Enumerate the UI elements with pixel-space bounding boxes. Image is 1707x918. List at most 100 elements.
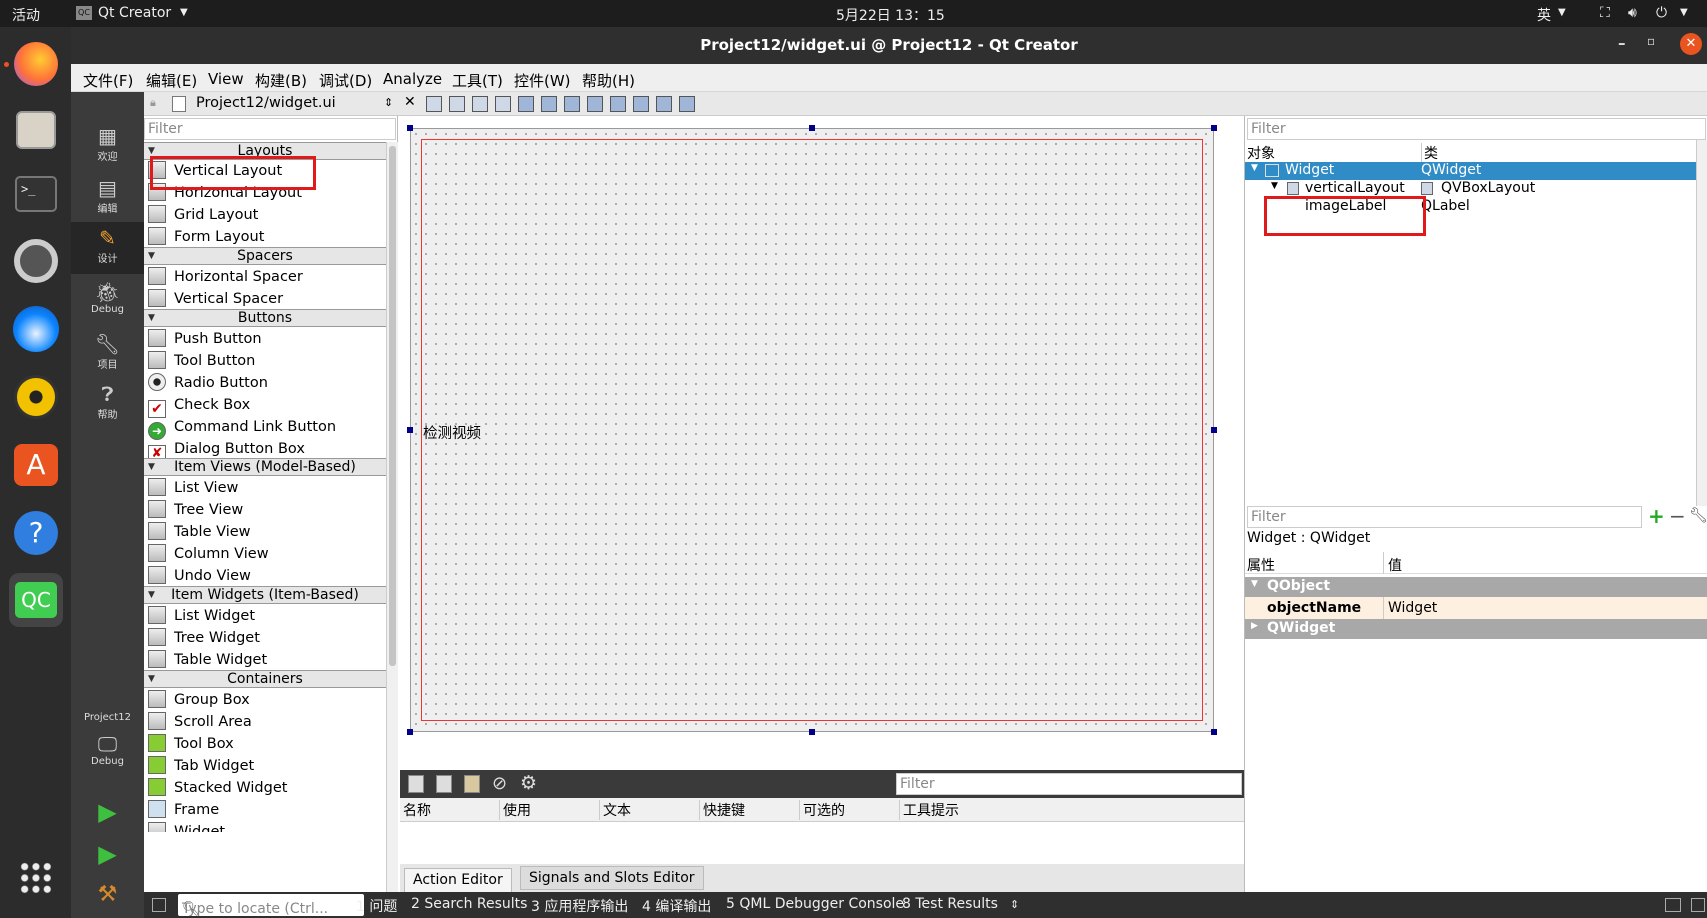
qt-creator-dock-icon[interactable]: QC <box>9 573 63 627</box>
column-header[interactable]: 工具提示 <box>903 800 959 820</box>
menu-controls[interactable]: 控件(W) <box>514 70 571 91</box>
pane-issues[interactable]: 1 问题 <box>356 896 397 916</box>
widget-table-view[interactable]: Table View <box>148 521 251 543</box>
widget-table-widget[interactable]: Table Widget <box>148 649 267 671</box>
widget-check-box[interactable]: ✔ Check Box <box>148 394 250 418</box>
app-menu[interactable]: Qt Creator <box>98 5 171 21</box>
widget-tool-button[interactable]: Tool Button <box>148 350 255 372</box>
pane-qml-debugger-console[interactable]: 5 QML Debugger Console <box>726 896 904 912</box>
widget-tree-widget[interactable]: Tree Widget <box>148 627 260 649</box>
widget-tool-box[interactable]: Tool Box <box>148 733 234 755</box>
terminal-icon[interactable]: >_ <box>9 167 63 221</box>
resize-handle[interactable] <box>809 125 815 131</box>
widgetbox-filter[interactable]: Filter <box>144 118 396 140</box>
layout-vertical-icon[interactable] <box>541 96 557 112</box>
mode-welcome[interactable]: ▦ 欢迎 <box>71 124 144 163</box>
debug-run-icon[interactable]: ▶ <box>71 840 144 868</box>
resize-handle[interactable] <box>1211 427 1217 433</box>
copy-icon[interactable] <box>436 775 452 793</box>
collapse-icon[interactable]: ▼ <box>1251 579 1258 589</box>
widget-dialog-button-box[interactable]: ✘ Dialog Button Box <box>148 438 305 463</box>
kit-selector[interactable]: 🖵︎ Debug <box>71 732 144 767</box>
locator-input[interactable]: 🔍︎ Type to locate (Ctrl... <box>178 894 364 917</box>
widget-list-widget[interactable]: List Widget <box>148 605 255 627</box>
object-row-widget[interactable]: ▼ Widget QWidget <box>1245 162 1696 180</box>
chevron-down-icon[interactable]: ▼ <box>1558 7 1566 18</box>
action-filter[interactable]: Filter <box>896 773 1242 795</box>
resize-handle[interactable] <box>407 729 413 735</box>
widget-tab-widget[interactable]: Tab Widget <box>148 755 254 777</box>
property-filter[interactable]: Filter <box>1247 506 1642 528</box>
pane-compile-output[interactable]: 4 编译输出 <box>642 896 711 916</box>
expand-icon[interactable]: ▼ <box>1251 163 1258 173</box>
property-row-objectname[interactable]: objectName Widget <box>1245 597 1707 619</box>
layout-splitter-v-icon[interactable] <box>587 96 603 112</box>
rhythmbox-icon[interactable] <box>9 370 63 424</box>
delete-icon[interactable]: ⊘ <box>492 773 507 794</box>
menu-analyze[interactable]: Analyze <box>383 70 442 88</box>
resize-handle[interactable] <box>407 125 413 131</box>
edit-buddies-icon[interactable] <box>472 96 488 112</box>
help-icon[interactable]: ? <box>9 506 63 560</box>
widget-list-view[interactable]: List View <box>148 477 238 499</box>
edit-signals-slots-icon[interactable] <box>449 96 465 112</box>
layout-splitter-h-icon[interactable] <box>564 96 580 112</box>
resize-handle[interactable] <box>809 729 815 735</box>
value-column-header[interactable]: 值 <box>1383 552 1406 574</box>
software-center-icon[interactable]: A <box>9 438 63 492</box>
resize-handle[interactable] <box>1211 729 1217 735</box>
category-item-widgets[interactable]: ▼ Item Widgets (Item-Based) <box>144 586 386 604</box>
toggle-progress-icon[interactable] <box>1665 898 1681 912</box>
adjust-size-icon[interactable] <box>679 96 695 112</box>
resize-handle[interactable] <box>407 427 413 433</box>
chevron-down-icon[interactable]: ▼ <box>1680 7 1688 18</box>
widget-column-view[interactable]: Column View <box>148 543 269 565</box>
show-apps-icon[interactable] <box>9 851 63 905</box>
tab-action-editor[interactable]: Action Editor <box>404 868 512 892</box>
menu-file[interactable]: 文件(F) <box>83 70 133 91</box>
tab-signals-slots-editor[interactable]: Signals and Slots Editor <box>520 866 704 890</box>
widget-form-layout[interactable]: Form Layout <box>148 226 264 248</box>
new-action-icon[interactable] <box>408 775 424 793</box>
remove-property-icon[interactable]: − <box>1669 504 1686 528</box>
close-document-icon[interactable]: ✕ <box>404 94 416 110</box>
widget-vertical-spacer[interactable]: Vertical Spacer <box>148 288 283 310</box>
maximize-icon[interactable]: ▫ <box>1647 34 1655 48</box>
chevron-down-icon[interactable]: ▼ <box>180 7 188 18</box>
widget-push-button[interactable]: Push Button <box>148 328 262 350</box>
property-group-qobject[interactable]: ▼ QObject <box>1245 577 1707 597</box>
column-header[interactable]: 名称 <box>403 800 500 820</box>
firefox-icon[interactable] <box>9 37 63 91</box>
run-icon[interactable]: ▶ <box>71 798 144 826</box>
more-panes-icon[interactable]: ⇕ <box>1010 898 1019 911</box>
menu-view[interactable]: View <box>208 70 244 88</box>
network-icon[interactable]: ⛶ <box>1600 5 1610 21</box>
edit-widgets-icon[interactable] <box>426 96 442 112</box>
break-layout-icon[interactable] <box>656 96 672 112</box>
widget-grid-layout[interactable]: Grid Layout <box>148 204 258 226</box>
edit-tab-order-icon[interactable] <box>495 96 511 112</box>
object-column-header[interactable]: 对象 <box>1247 143 1275 163</box>
open-file-name[interactable]: Project12/widget.ui <box>196 95 336 111</box>
gear-icon[interactable]: ⚙ <box>520 772 537 794</box>
widget-horizontal-spacer[interactable]: Horizontal Spacer <box>148 266 303 288</box>
image-label[interactable]: 检测视频 <box>423 422 481 443</box>
pane-search-results[interactable]: 2 Search Results <box>411 896 527 912</box>
column-header[interactable]: 使用 <box>503 800 600 820</box>
scrollbar-thumb[interactable] <box>389 146 396 666</box>
column-header[interactable]: 快捷键 <box>703 800 800 820</box>
menu-help[interactable]: 帮助(H) <box>582 70 635 91</box>
mode-design[interactable]: ✎ 设计 <box>71 222 144 274</box>
layout-grid-icon[interactable] <box>610 96 626 112</box>
clock[interactable]: 5月22日 13：15 <box>836 5 945 25</box>
document-dropdown-icon[interactable]: ⇕ <box>384 96 393 109</box>
thunderbird-icon[interactable] <box>9 302 63 356</box>
widgetbox-scrollbar[interactable] <box>386 142 398 892</box>
property-column-header[interactable]: 属性 <box>1247 555 1275 575</box>
widget-undo-view[interactable]: Undo View <box>148 565 251 587</box>
activities-button[interactable]: 活动 <box>12 5 40 25</box>
column-header[interactable]: 文本 <box>603 800 700 820</box>
category-buttons[interactable]: ▼ Buttons <box>144 309 386 327</box>
toggle-right-sidebar-icon[interactable] <box>1691 898 1705 912</box>
widget-radio-button[interactable]: Radio Button <box>148 372 268 394</box>
